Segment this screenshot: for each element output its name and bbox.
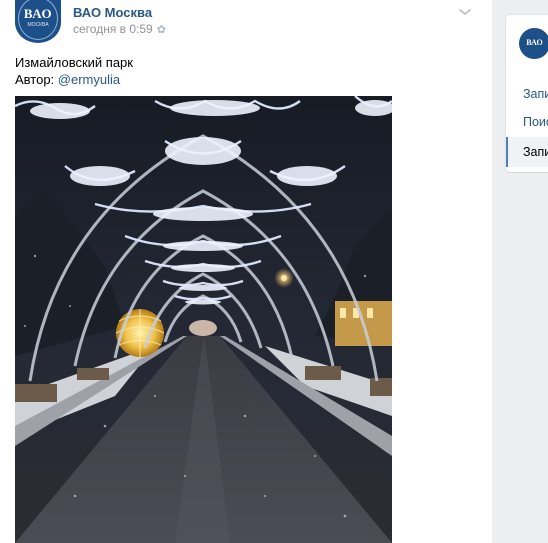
right-sidebar-menu: ВАО Запи Поис Запи [506, 15, 548, 172]
post-date[interactable]: сегодня в 0:59 ✿ [73, 22, 166, 36]
post-card: ВАО МОСКВА ВАО Москва сегодня в 0:59 ✿ Из… [0, 0, 492, 543]
post-text: Измайловский парк Автор: @ermyulia [15, 54, 133, 88]
night-park-light-tunnel-photo [15, 96, 392, 543]
sidebar-item-posts-active[interactable]: Запи [506, 137, 548, 167]
group-avatar[interactable]: ВАО МОСКВА [15, 0, 61, 43]
author-mention-link[interactable]: @ermyulia [58, 72, 120, 87]
post-author-link[interactable]: ВАО Москва [73, 5, 152, 20]
post-photo[interactable] [15, 96, 392, 543]
sidebar-item-posts[interactable]: Запи [506, 79, 548, 109]
post-text-line: Измайловский парк [15, 55, 133, 70]
avatar-text-main: ВАО [23, 6, 53, 21]
sidebar-group-avatar[interactable]: ВАО [519, 28, 548, 59]
gear-icon[interactable]: ✿ [157, 23, 166, 36]
author-prefix: Автор: [15, 72, 58, 87]
chevron-down-icon[interactable] [458, 7, 472, 17]
post-date-text: сегодня в 0:59 [73, 22, 153, 36]
avatar-text-sub: МОСКВА [27, 22, 49, 28]
sidebar-item-search[interactable]: Поис [506, 107, 548, 137]
post-text-author-line: Автор: @ermyulia [15, 71, 133, 88]
